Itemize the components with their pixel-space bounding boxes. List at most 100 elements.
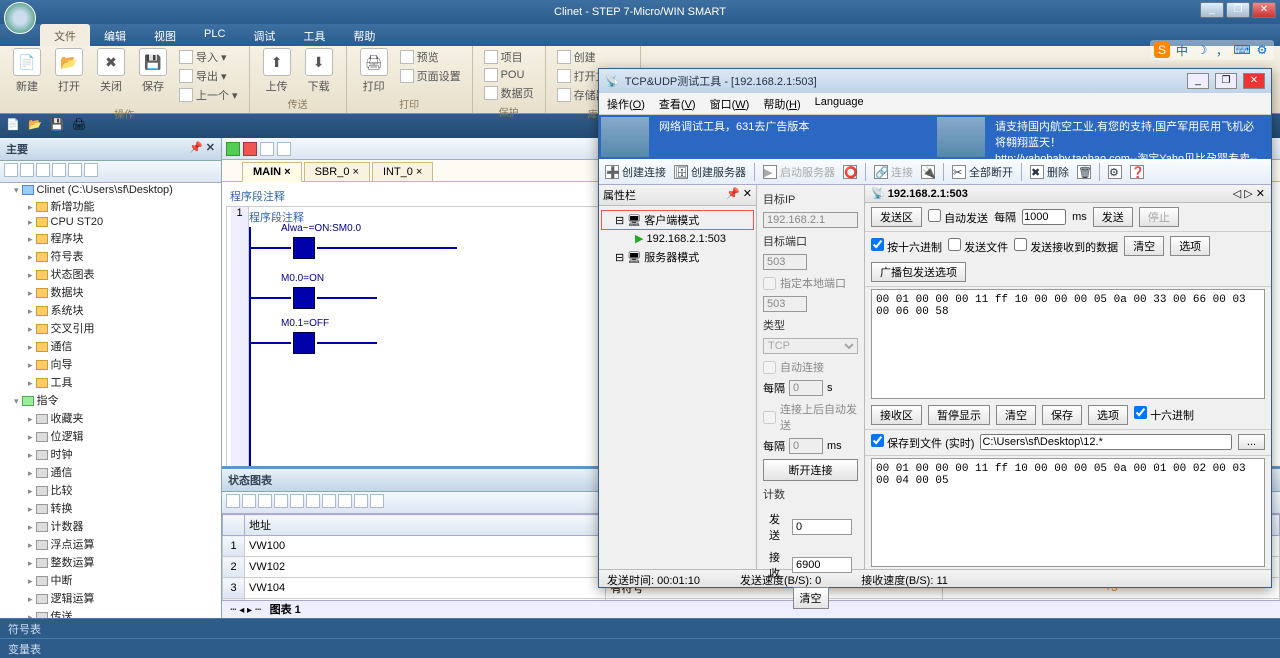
- tree-逻辑运算[interactable]: 逻辑运算: [28, 589, 221, 607]
- sendrecv-check[interactable]: [1014, 238, 1027, 251]
- tool-menu-item[interactable]: Language: [815, 96, 864, 111]
- autosend-check[interactable]: [763, 411, 776, 424]
- ribbon-关闭[interactable]: ✖关闭: [92, 48, 130, 94]
- tree-转换[interactable]: 转换: [28, 499, 221, 517]
- tree-通信[interactable]: 通信: [28, 337, 221, 355]
- autoconnect-interval[interactable]: [789, 380, 823, 396]
- ribbon-POU[interactable]: POU: [481, 67, 537, 83]
- tool-max-button[interactable]: ❐: [1215, 73, 1237, 89]
- ribbon-下载[interactable]: ⬇下载: [300, 48, 338, 94]
- menu-PLC[interactable]: PLC: [190, 24, 239, 46]
- recv-hex-check[interactable]: [1134, 406, 1147, 419]
- mode-服务器模式[interactable]: ⊟ 🖥 服务器模式: [601, 247, 754, 267]
- tree-root[interactable]: Clinet (C:\Users\sf\Desktop): [14, 183, 221, 197]
- recv-area-button[interactable]: 接收区: [871, 405, 922, 425]
- dp-ctrl[interactable]: ◁ ▷ ✕: [1233, 187, 1265, 200]
- tray-lang-icon[interactable]: 中: [1174, 42, 1190, 58]
- tb-icon[interactable]: [277, 142, 291, 156]
- ribbon-保存[interactable]: 💾保存: [134, 48, 172, 94]
- close-button[interactable]: ✕: [1252, 2, 1276, 18]
- send-opt-button[interactable]: 选项: [1170, 236, 1210, 256]
- tb-icon[interactable]: [260, 142, 274, 156]
- localport-check[interactable]: [763, 277, 776, 290]
- symbol-table-strip[interactable]: 符号表: [0, 618, 1280, 638]
- port-input[interactable]: [763, 254, 807, 270]
- tool-menu-item[interactable]: 帮助(H): [763, 96, 800, 111]
- qat-open-icon[interactable]: 📂: [28, 118, 44, 134]
- ribbon-数据页[interactable]: 数据页: [481, 84, 537, 102]
- tab-MAIN[interactable]: MAIN ×: [242, 162, 302, 182]
- tooltb-删除[interactable]: ✖删除: [1030, 164, 1069, 180]
- mode-客户端模式[interactable]: ⊟ 🖥 客户端模式: [601, 210, 754, 230]
- tool-titlebar[interactable]: 📡 TCP&UDP测试工具 - [192.168.2.1:503] _ ❐ ✕: [599, 69, 1271, 93]
- recv-clear-button[interactable]: 清空: [996, 405, 1036, 425]
- tree-向导[interactable]: 向导: [28, 355, 221, 373]
- savefile-path[interactable]: [980, 434, 1231, 450]
- run-icon[interactable]: [226, 142, 240, 156]
- autosend-interval[interactable]: [789, 438, 823, 454]
- tree-位逻辑[interactable]: 位逻辑: [28, 427, 221, 445]
- tree-工具[interactable]: 工具: [28, 373, 221, 391]
- autosend-check2[interactable]: [928, 209, 941, 222]
- tree-传送[interactable]: 传送: [28, 607, 221, 618]
- tray-kbd-icon[interactable]: ⌨: [1234, 42, 1250, 58]
- tree-时钟[interactable]: 时钟: [28, 445, 221, 463]
- tray-gear-icon[interactable]: ⚙: [1254, 42, 1270, 58]
- ribbon-页面设置[interactable]: 页面设置: [397, 67, 464, 85]
- tree-符号表[interactable]: 符号表: [28, 247, 221, 265]
- variable-table-strip[interactable]: 变量表: [0, 638, 1280, 658]
- tree-CPU ST20[interactable]: CPU ST20: [28, 215, 221, 229]
- send-button[interactable]: 发送: [1093, 207, 1133, 227]
- tree-浮点运算[interactable]: 浮点运算: [28, 535, 221, 553]
- ribbon-上传[interactable]: ⬆上传: [258, 48, 296, 94]
- sendfile-check[interactable]: [948, 238, 961, 251]
- tooltb-创建服务器[interactable]: 🗄创建服务器: [674, 164, 746, 180]
- tool-close-button[interactable]: ✕: [1243, 73, 1265, 89]
- tool-menu-item[interactable]: 窗口(W): [710, 96, 750, 111]
- disconnect-button[interactable]: 断开连接: [763, 459, 858, 481]
- menu-工具[interactable]: 工具: [289, 24, 339, 46]
- tree-数据块[interactable]: 数据块: [28, 283, 221, 301]
- chart-tabbar[interactable]: ⵈ ◂ ▸ ⵈ 图表 1: [222, 600, 1280, 618]
- tree-交叉引用[interactable]: 交叉引用: [28, 319, 221, 337]
- tree-系统块[interactable]: 系统块: [28, 301, 221, 319]
- qat-save-icon[interactable]: 💾: [50, 118, 66, 134]
- ip-input[interactable]: [763, 212, 858, 228]
- tree-计数器[interactable]: 计数器: [28, 517, 221, 535]
- tray-ime-icon[interactable]: S: [1154, 42, 1170, 58]
- qat-new-icon[interactable]: 📄: [6, 118, 22, 134]
- ribbon-项目[interactable]: 项目: [481, 48, 537, 66]
- recv-save-button[interactable]: 保存: [1042, 405, 1082, 425]
- tree-instructions[interactable]: 指令: [14, 391, 221, 409]
- conn-tab[interactable]: 192.168.2.1:503: [888, 188, 968, 200]
- tree-整数运算[interactable]: 整数运算: [28, 553, 221, 571]
- tooltb-全部断开[interactable]: ✂全部断开: [952, 164, 1013, 180]
- browse-button[interactable]: ...: [1238, 434, 1265, 450]
- hex-check[interactable]: [871, 238, 884, 251]
- send-clear-button[interactable]: 清空: [1124, 236, 1164, 256]
- minimize-button[interactable]: _: [1200, 2, 1224, 18]
- tray-comma-icon[interactable]: ，: [1214, 42, 1230, 58]
- type-select[interactable]: TCP: [763, 338, 858, 354]
- send-hex-area[interactable]: 00 01 00 00 00 11 ff 10 00 00 00 05 0a 0…: [871, 289, 1265, 399]
- menu-调试[interactable]: 调试: [239, 24, 289, 46]
- ribbon-创建[interactable]: 创建: [554, 48, 632, 66]
- ribbon-上一个 ▾[interactable]: 上一个 ▾: [176, 86, 241, 104]
- ribbon-打印[interactable]: 🖨打印: [355, 48, 393, 94]
- tool-menu-item[interactable]: 查看(V): [659, 96, 696, 111]
- tree-中断[interactable]: 中断: [28, 571, 221, 589]
- tooltb-创建连接[interactable]: ➕创建连接: [605, 164, 666, 180]
- stop-icon[interactable]: [243, 142, 257, 156]
- tree-pin-icon[interactable]: 📌 ✕: [189, 141, 215, 157]
- savefile-check[interactable]: [871, 434, 884, 447]
- send-interval-input[interactable]: [1022, 209, 1066, 225]
- broadcast-button[interactable]: 广播包发送选项: [871, 262, 966, 282]
- menu-文件[interactable]: 文件: [40, 24, 90, 46]
- left-pin-icon[interactable]: 📌 ✕: [726, 187, 752, 203]
- send-area-button[interactable]: 发送区: [871, 207, 922, 227]
- tool-min-button[interactable]: _: [1187, 73, 1209, 89]
- tree-新增功能[interactable]: 新增功能: [28, 197, 221, 215]
- tree-程序块[interactable]: 程序块: [28, 229, 221, 247]
- clear-count-button[interactable]: 清空: [793, 587, 829, 609]
- autoconnect-check[interactable]: [763, 361, 776, 374]
